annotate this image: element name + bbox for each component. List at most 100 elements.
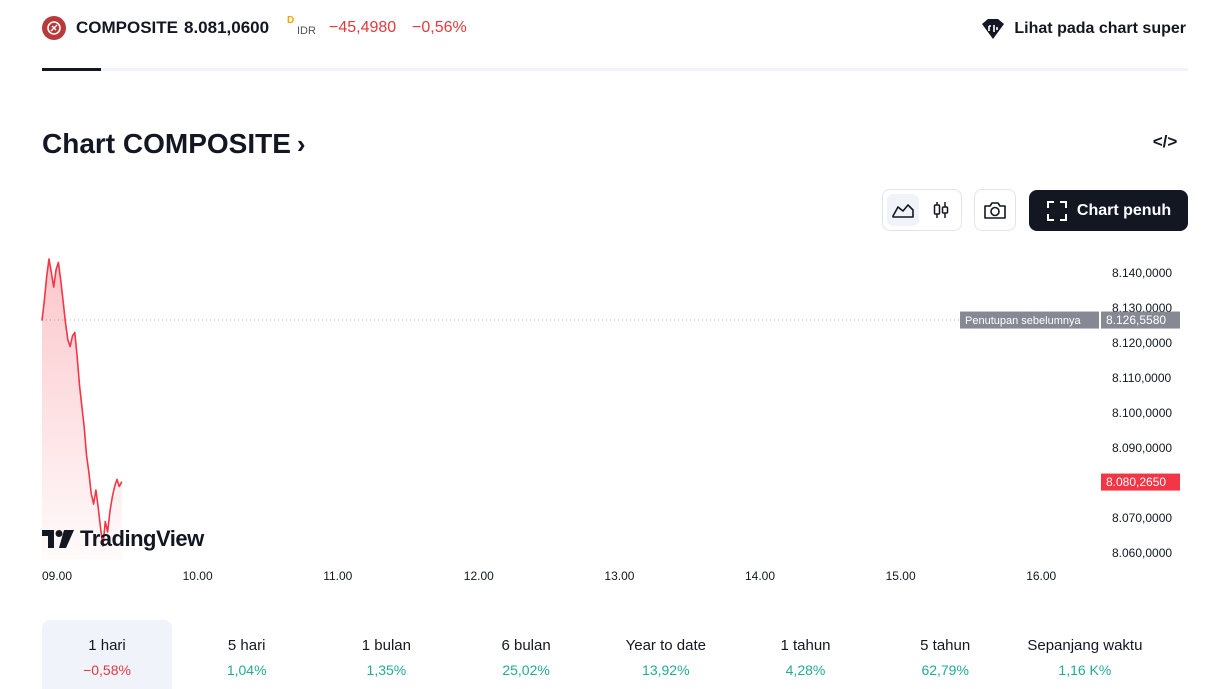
price-point: [116, 478, 118, 481]
price-point: [85, 454, 88, 456]
delay-badge: D: [287, 15, 295, 26]
price-point: [81, 405, 83, 407]
y-axis-tick-label: 8.100,0000: [1112, 406, 1172, 420]
chart-title[interactable]: Chart COMPOSITE ›: [42, 128, 306, 160]
price-point: [55, 268, 57, 271]
price-point: [74, 331, 76, 334]
super-chart-link-label: Lihat pada chart super: [1014, 20, 1186, 37]
symbol-header: COMPOSITE 8.081,0600 D IDR −45,4980 −0,5…: [0, 0, 1220, 58]
x-axis-tick-label: 14.00: [745, 569, 775, 583]
candles-chart-button[interactable]: [925, 194, 957, 226]
period-tab-change: −0,58%: [83, 662, 131, 678]
period-tab[interactable]: 1 tahun 4,28%: [741, 620, 871, 689]
embed-code-icon: </>: [1152, 132, 1178, 151]
price-point: [69, 345, 71, 348]
camera-icon: [984, 202, 1006, 219]
fullscreen-chart-label: Chart penuh: [1076, 201, 1172, 219]
price-point: [57, 261, 60, 264]
previous-close-label: Penutupan sebelumnya: [965, 315, 1081, 327]
x-axis-tick-label: 11.00: [323, 569, 352, 583]
y-axis-tick-label: 8.060,0000: [1112, 546, 1172, 560]
period-tab-label: Sepanjang waktu: [1027, 637, 1143, 654]
period-tab[interactable]: 5 hari 1,04%: [182, 620, 312, 689]
supercharts-icon: [982, 19, 1005, 39]
price-point: [88, 471, 90, 474]
price-point: [83, 426, 85, 428]
x-axis-tick-label: 13.00: [604, 569, 634, 583]
price-point: [48, 258, 50, 260]
y-axis-tick-label: 8.140,0000: [1112, 266, 1172, 280]
snapshot-button[interactable]: [974, 189, 1016, 231]
period-selector: 1 hari −0,58% 5 hari 1,04% 1 bulan 1,35% 6 bul…: [42, 620, 1188, 689]
price-point: [67, 338, 69, 341]
period-tab-label: 1 tahun: [780, 637, 831, 654]
y-axis-tick-label: 8.110,0000: [1112, 371, 1171, 385]
x-axis-tick-label: 12.00: [464, 569, 494, 583]
period-tab-change: 25,02%: [502, 662, 550, 678]
period-tab-label: 5 hari: [227, 637, 266, 654]
period-tab[interactable]: Year to date 13,92%: [601, 620, 731, 689]
area-chart-button[interactable]: [887, 194, 919, 226]
period-tab-change: 62,79%: [921, 662, 969, 678]
period-tab-label: 1 bulan: [361, 637, 411, 654]
super-chart-link[interactable]: Lihat pada chart super: [980, 17, 1186, 41]
symbol-price: 8.081,0600: [184, 18, 270, 37]
x-axis-tick-label: 16.00: [1026, 569, 1056, 583]
price-point: [104, 520, 106, 523]
currency-label: IDR: [297, 25, 316, 37]
expand-icon: [1046, 200, 1067, 221]
period-tab-change: 13,92%: [642, 662, 690, 678]
symbol-logo: [42, 16, 66, 40]
price-point: [43, 300, 45, 302]
period-tab-change: 1,04%: [226, 662, 267, 678]
period-tab-label: 6 bulan: [501, 637, 551, 654]
chevron-right-icon: ›: [296, 128, 306, 159]
period-tab-label: Year to date: [625, 637, 706, 654]
last-price-badge: 8.080,2650: [1106, 475, 1166, 489]
embed-code-button[interactable]: </>: [1150, 128, 1180, 156]
period-tab[interactable]: 6 bulan 25,02%: [461, 620, 591, 689]
price-point: [95, 489, 97, 491]
price-point: [62, 300, 64, 302]
period-tab[interactable]: 5 tahun 62,79%: [880, 620, 1010, 689]
price-point: [111, 496, 113, 498]
price-point: [114, 485, 116, 488]
price-point: [60, 279, 62, 281]
period-tab-change: 1,35%: [366, 662, 407, 678]
period-tab-change: 4,28%: [785, 662, 826, 678]
price-point: [46, 275, 48, 278]
price-point: [97, 506, 99, 509]
candlestick-icon: [933, 202, 949, 218]
price-point: [50, 272, 52, 274]
x-axis-tick-label: 10.00: [183, 569, 213, 583]
tradingview-wordmark: TradingView: [80, 526, 204, 551]
price-point: [53, 286, 55, 288]
price-point: [90, 492, 92, 495]
fullscreen-chart-button[interactable]: Chart penuh: [1029, 190, 1188, 231]
previous-close-value: 8.126,5580: [1106, 313, 1166, 327]
price-point: [118, 485, 120, 488]
price-change-percent: −0,56%: [412, 19, 467, 36]
price-point: [121, 481, 123, 483]
period-tab[interactable]: Sepanjang waktu 1,16 K%: [1020, 620, 1150, 689]
y-axis-tick-label: 8.090,0000: [1112, 441, 1172, 455]
period-tab[interactable]: 1 bulan 1,35%: [321, 620, 451, 689]
period-tab-change: 1,16 K%: [1058, 662, 1112, 678]
y-axis-tick-label: 8.070,0000: [1112, 511, 1172, 525]
tab-underline: [42, 68, 1188, 71]
price-point: [71, 335, 74, 337]
price-point: [92, 503, 95, 505]
x-axis-tick-label: 15.00: [886, 569, 916, 583]
price-change: −45,4980: [329, 19, 397, 36]
period-tab[interactable]: 1 hari −0,58%: [42, 620, 172, 689]
price-point: [76, 356, 78, 358]
area-chart-icon: [892, 204, 914, 218]
active-tab-indicator: [42, 68, 101, 71]
period-tab-label: 5 tahun: [920, 637, 971, 654]
price-point: [109, 510, 111, 512]
x-axis-tick-label: 09.00: [42, 569, 72, 583]
symbol-name[interactable]: COMPOSITE: [76, 18, 178, 38]
price-point: [64, 321, 67, 323]
tradingview-logo: TradingView: [42, 526, 204, 552]
tradingview-icon: [42, 530, 74, 548]
